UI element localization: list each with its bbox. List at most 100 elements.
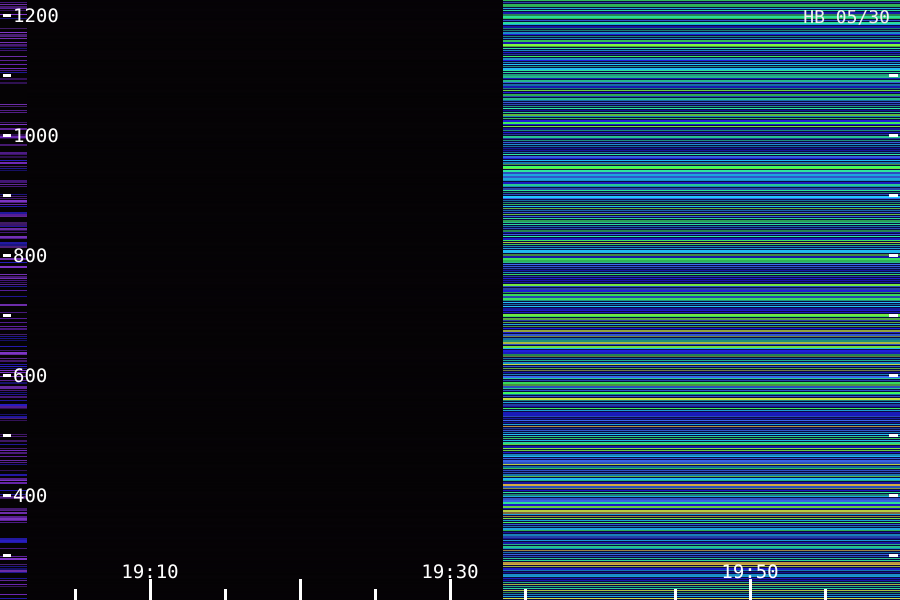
y-right-tick [889, 254, 898, 257]
active-activity-line [503, 246, 900, 247]
early-activity-line [0, 566, 27, 567]
early-activity-line [0, 304, 27, 306]
early-activity-line [0, 152, 27, 154]
active-activity-line [503, 190, 900, 191]
active-activity-line [503, 540, 900, 541]
active-activity-line [503, 132, 900, 133]
early-activity-line [0, 594, 27, 595]
active-activity-line [503, 98, 900, 100]
active-activity-line [503, 266, 900, 267]
early-activity-line [0, 440, 27, 442]
early-activity-line [0, 408, 27, 409]
quiet-row [27, 42, 503, 44]
active-activity-line [503, 568, 900, 570]
active-activity-line [503, 134, 900, 135]
early-activity-line [0, 420, 27, 421]
early-activity-line [0, 414, 27, 415]
active-activity-line [503, 536, 900, 538]
active-activity-line [503, 380, 900, 381]
active-activity-line [503, 118, 900, 119]
quiet-row [27, 225, 503, 227]
quiet-row [27, 234, 503, 236]
active-activity-line [503, 50, 900, 51]
early-activity-line [0, 56, 27, 57]
x-minor-tick [674, 589, 677, 600]
active-activity-line [503, 336, 900, 337]
early-activity-line [0, 352, 27, 354]
quiet-row [27, 54, 503, 56]
early-activity-line [0, 390, 27, 391]
quiet-row [27, 18, 503, 20]
quiet-row [27, 33, 503, 35]
active-activity-line [503, 286, 900, 287]
active-activity-line [503, 74, 900, 76]
quiet-row [27, 357, 503, 359]
active-activity-line [503, 312, 900, 313]
early-activity-line [0, 586, 27, 587]
early-activity-line [0, 520, 27, 521]
active-activity-line [503, 276, 900, 277]
active-activity-line [503, 530, 900, 531]
y-minor-tick [3, 74, 11, 77]
active-activity-line [503, 524, 900, 525]
active-activity-line [503, 30, 900, 31]
quiet-row [27, 147, 503, 149]
active-activity-line [503, 28, 900, 29]
quiet-row [27, 519, 503, 521]
early-activity-line [0, 448, 27, 449]
early-activity-line [0, 36, 27, 37]
y-right-tick [889, 194, 898, 197]
active-activity-line [503, 436, 900, 437]
quiet-row [27, 411, 503, 413]
active-activity-line [503, 522, 900, 523]
quiet-row [27, 180, 503, 182]
quiet-row [27, 246, 503, 248]
active-activity-line [503, 244, 900, 245]
quiet-row [27, 24, 503, 26]
active-activity-line [503, 138, 900, 139]
quiet-row [27, 81, 503, 83]
quiet-row [27, 189, 503, 191]
active-activity-line [503, 334, 900, 336]
early-activity-line [0, 568, 27, 570]
active-activity-line [503, 188, 900, 190]
active-activity-line [503, 446, 900, 448]
y-right-tick [889, 434, 898, 437]
quiet-row [27, 270, 503, 272]
early-activity-line [0, 168, 27, 169]
spectrogram-chart: 1200 1000 800 600 400 19:10 19:30 19:50 HB 05/3… [0, 0, 900, 600]
quiet-row [27, 318, 503, 320]
quiet-row [27, 528, 503, 530]
active-activity-line [503, 440, 900, 441]
quiet-row [27, 387, 503, 389]
early-activity-line [0, 230, 27, 231]
active-activity-line [503, 220, 900, 222]
quiet-row [27, 123, 503, 125]
early-activity-line [0, 216, 27, 217]
early-activity-line [0, 180, 27, 182]
active-activity-line [503, 534, 900, 536]
active-activity-line [503, 236, 900, 237]
early-activity-line [0, 222, 27, 224]
quiet-row [27, 141, 503, 143]
quiet-row [27, 39, 503, 41]
active-activity-line [503, 306, 900, 307]
quiet-row [27, 204, 503, 206]
quiet-row [27, 90, 503, 92]
active-activity-line [503, 222, 900, 223]
quiet-row [27, 339, 503, 341]
quiet-row [27, 540, 503, 542]
active-activity-line [503, 280, 900, 281]
active-activity-line [503, 478, 900, 480]
quiet-row [27, 240, 503, 242]
active-activity-line [503, 552, 900, 553]
early-activity-line [0, 214, 27, 216]
active-activity-line [503, 508, 900, 509]
active-activity-line [503, 260, 900, 262]
active-activity-line [503, 64, 900, 65]
active-activity-line [503, 184, 900, 186]
active-activity-line [503, 538, 900, 539]
quiet-row [27, 405, 503, 407]
quiet-row [27, 267, 503, 269]
quiet-row [27, 444, 503, 446]
